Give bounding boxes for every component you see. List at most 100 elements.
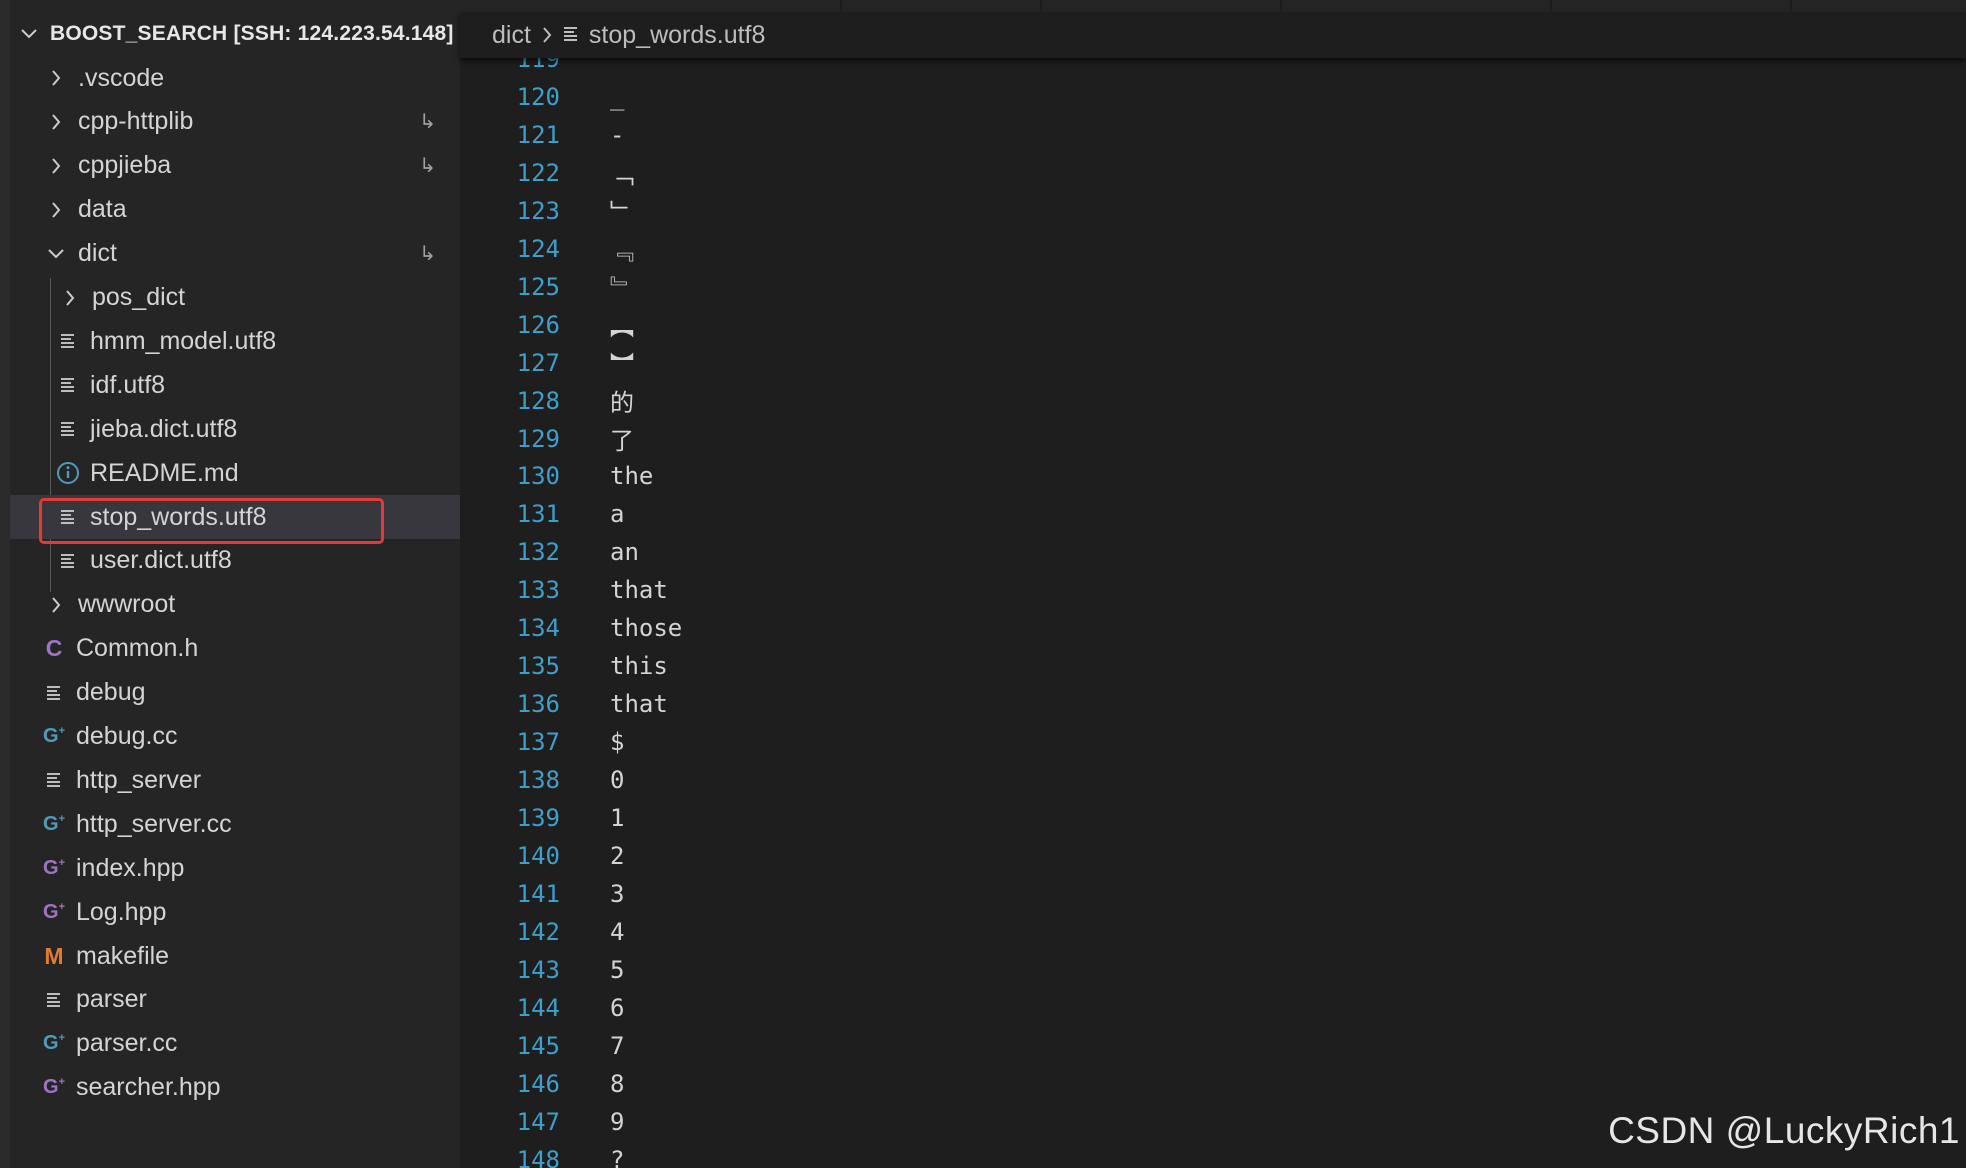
editor-line[interactable]: 132 an [460,533,1966,571]
tree-item-cpp-httplib[interactable]: cpp-httplib ↳ [10,100,460,144]
cpp-file-icon: G+ [43,812,65,835]
tree-item-common-h[interactable]: C Common.h [10,627,460,671]
editor-line[interactable]: 133 that [460,571,1966,609]
tree-item-wwwroot[interactable]: wwwroot [10,583,460,627]
editor-line[interactable]: 121 - [460,116,1966,154]
editor-line[interactable]: 131 a [460,495,1966,533]
line-number: 123 [516,196,560,225]
tree-item-idf-utf8[interactable]: idf.utf8 [10,363,460,407]
explorer-header[interactable]: BOOST_SEARCH [SSH: 124.223.54.148] [0,14,460,54]
code-editor[interactable]: 119 ︶ 120 _ 121-122 ﹁ 123 ﹂ 124 ﹃ 125 ﹄ 126 ︻ 127 ︼ 128 的… [460,58,1966,1168]
chevron-down-icon[interactable] [44,242,68,266]
line-text: 9 [610,1107,625,1136]
tree-item-label: debug [76,678,146,707]
tree-item-makefile[interactable]: Mmakefile [10,934,460,978]
explorer-sidebar: BOOST_SEARCH [SSH: 124.223.54.148] .vsco… [0,0,460,1168]
chevron-right-icon[interactable] [44,110,68,134]
editor-line[interactable]: 125 ﹄ [460,268,1966,306]
line-number: 145 [516,1031,560,1060]
chevron-right-icon[interactable] [44,66,68,90]
tree-item-label: http_server.cc [76,809,232,838]
workspace-title: BOOST_SEARCH [SSH: 124.223.54.148] [50,22,454,45]
line-number: 131 [516,500,560,529]
chevron-right-icon[interactable] [44,593,68,617]
editor-line[interactable]: 128 的 [460,382,1966,420]
breadcrumb-file[interactable]: stop_words.utf8 [589,21,766,50]
editor-line[interactable]: 136 that [460,685,1966,723]
editor-line[interactable]: 135 this [460,647,1966,685]
line-text: 的 [610,389,634,418]
line-number: 143 [516,955,560,984]
line-number: 144 [516,993,560,1022]
tab-bar [460,0,1966,12]
line-number: 128 [516,386,560,415]
line-text: 6 [610,993,625,1022]
editor-line[interactable]: 139 1 [460,799,1966,837]
line-text: _ [610,82,625,111]
editor-line[interactable]: 130 the [460,457,1966,495]
tree-item-parser-cc[interactable]: G+ parser.cc [10,1022,460,1066]
tree-item-http-server[interactable]: http_server [10,758,460,802]
tree-item-hmm-model-utf8[interactable]: hmm_model.utf8 [10,319,460,363]
chevron-right-icon[interactable] [58,286,82,310]
line-number: 129 [516,424,560,453]
editor-line[interactable]: 146 8 [460,1065,1966,1103]
editor-line[interactable]: 140 2 [460,837,1966,875]
line-number: 127 [516,348,560,377]
text-file-icon [42,988,66,1012]
editor-line[interactable]: 142 4 [460,913,1966,951]
editor-line[interactable]: 119 ︶ [460,58,1966,78]
tree-item-http-server-cc[interactable]: G+ http_server.cc [10,802,460,846]
tree-item-debug-cc[interactable]: G+ debug.cc [10,715,460,759]
tree-item-pos-dict[interactable]: pos_dict [10,276,460,320]
chevron-down-icon[interactable] [18,23,40,45]
tree-item-label: index.hpp [76,853,185,882]
line-text: 4 [610,917,625,946]
editor-line[interactable]: 123 ﹂ [460,192,1966,230]
tree-item-label: http_server [76,765,202,794]
tree-item-data[interactable]: data [10,188,460,232]
tree-item-label: .vscode [78,63,165,92]
line-text: 8 [610,1069,625,1098]
editor-line[interactable]: 138 0 [460,761,1966,799]
editor-line[interactable]: 124 ﹃ [460,230,1966,268]
info-icon [56,461,80,485]
chevron-right-icon[interactable] [44,198,68,222]
editor-line[interactable]: 129 了 [460,420,1966,458]
symlink-icon: ↳ [419,111,436,134]
editor-line[interactable]: 134 those [460,609,1966,647]
tree-item-label: parser [76,985,147,1014]
editor-line[interactable]: 141 3 [460,875,1966,913]
line-number: 147 [516,1107,560,1136]
line-number: 146 [516,1069,560,1098]
tree-item-user-dict-utf8[interactable]: user.dict.utf8 [10,539,460,583]
tree-item-log-hpp[interactable]: G+ Log.hpp [10,890,460,934]
editor-line[interactable]: 137 $ [460,723,1966,761]
editor-line[interactable]: 145 7 [460,1027,1966,1065]
editor-line[interactable]: 143 5 [460,951,1966,989]
editor-line[interactable]: 144 6 [460,989,1966,1027]
line-number: 141 [516,879,560,908]
activity-edge [0,0,10,1168]
tree-item-vscode[interactable]: .vscode [10,56,460,100]
tree-item-parser[interactable]: parser [10,978,460,1022]
editor-line[interactable]: 122 ﹁ [460,154,1966,192]
tree-item-cppjieba[interactable]: cppjieba ↳ [10,144,460,188]
breadcrumb-folder[interactable]: dict [492,21,531,50]
tree-item-label: Common.h [76,634,199,663]
tree-item-debug[interactable]: debug [10,671,460,715]
tree-item-searcher-hpp[interactable]: G+ searcher.hpp [10,1066,460,1110]
editor-line[interactable]: 126 ︻ [460,306,1966,344]
tree-item-readme-md[interactable]: README.md [10,451,460,495]
tree-item-jieba-dict-utf8[interactable]: jieba.dict.utf8 [10,407,460,451]
tree-item-dict[interactable]: dict ↳ [10,232,460,276]
line-text: ﹃ [610,237,634,266]
line-text: this [610,652,668,681]
cpp-header-icon: G+ [43,1076,65,1099]
editor-line[interactable]: 127 ︼ [460,344,1966,382]
chevron-right-icon[interactable] [44,154,68,178]
tree-item-index-hpp[interactable]: G+ index.hpp [10,846,460,890]
line-text: 7 [610,1031,625,1060]
editor-line[interactable]: 120 _ [460,78,1966,116]
line-number: 119 [516,58,560,73]
